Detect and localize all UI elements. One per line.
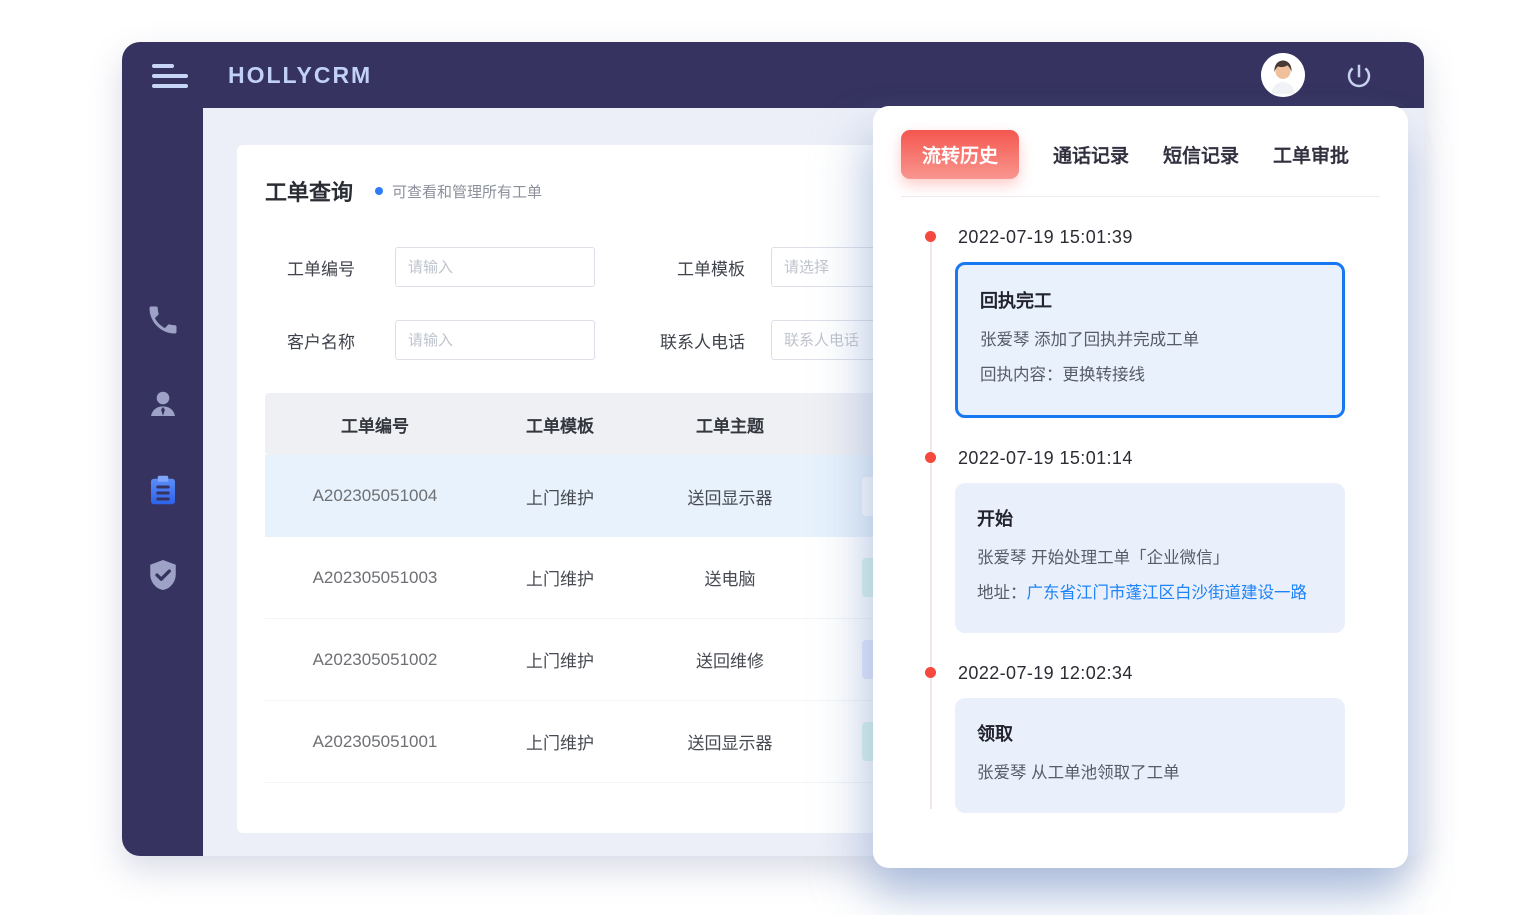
timeline-card-title: 开始: [977, 505, 1323, 531]
col-header-order-id: 工单编号: [265, 412, 485, 437]
timeline-card-start[interactable]: 开始 张爱琴 开始处理工单「企业微信」 地址： 广东省江门市蓬江区白沙街道建设一…: [955, 483, 1345, 633]
col-header-subject: 工单主题: [635, 412, 825, 437]
timeline-card-completed[interactable]: 回执完工 张爱琴 添加了回执并完成工单 回执内容：更换转接线: [955, 262, 1345, 418]
tab-sms[interactable]: 短信记录: [1163, 141, 1239, 168]
history-timeline: 2022-07-19 15:01:39 回执完工 张爱琴 添加了回执并完成工单 …: [901, 227, 1380, 813]
col-header-template: 工单模板: [485, 412, 635, 437]
page-title: 工单查询: [265, 175, 353, 207]
workorder-detail-panel: 流转历史 通话记录 短信记录 工单审批 2022-07-19 15:01:39 …: [873, 106, 1408, 868]
tab-history[interactable]: 流转历史: [901, 130, 1019, 179]
tabs-divider: [901, 196, 1380, 197]
timeline-entry: 2022-07-19 12:02:34 领取 张爱琴 从工单池领取了工单: [901, 663, 1380, 813]
sidebar-nav: [122, 108, 203, 856]
timeline-card-claimed[interactable]: 领取 张爱琴 从工单池领取了工单: [955, 698, 1345, 813]
tab-calls[interactable]: 通话记录: [1053, 141, 1129, 168]
contacts-icon: [145, 386, 181, 422]
sidebar-item-workorders[interactable]: [145, 472, 181, 508]
timeline-timestamp: 2022-07-19 15:01:14: [901, 448, 1380, 469]
filter-label-order-id: 工单编号: [265, 255, 355, 280]
filter-label-template: 工单模板: [635, 255, 745, 280]
hamburger-menu-icon[interactable]: [152, 64, 188, 88]
phone-icon: [145, 302, 181, 338]
timeline-entry: 2022-07-19 15:01:14 开始 张爱琴 开始处理工单「企业微信」 …: [901, 448, 1380, 633]
page-subtitle: 可查看和管理所有工单: [392, 181, 542, 202]
detail-tabs: 流转历史 通话记录 短信记录 工单审批: [901, 130, 1380, 179]
tab-approval[interactable]: 工单审批: [1273, 141, 1349, 168]
red-dot-icon: [925, 667, 936, 678]
filter-label-phone: 联系人电话: [635, 328, 745, 353]
timeline-timestamp: 2022-07-19 15:01:39: [901, 227, 1380, 248]
address-link[interactable]: 广东省江门市蓬江区白沙街道建设一路: [1027, 576, 1324, 611]
power-icon[interactable]: [1344, 61, 1374, 91]
customer-name-input[interactable]: [395, 320, 595, 360]
red-dot-icon: [925, 452, 936, 463]
sidebar-item-phone[interactable]: [145, 302, 181, 338]
timeline-timestamp: 2022-07-19 12:02:34: [901, 663, 1380, 684]
timeline-card-title: 领取: [977, 720, 1323, 746]
red-dot-icon: [925, 231, 936, 242]
blue-dot-icon: [375, 187, 383, 195]
filter-label-customer: 客户名称: [265, 328, 355, 353]
order-id-input[interactable]: [395, 247, 595, 287]
timeline-card-title: 回执完工: [980, 287, 1320, 313]
sidebar-item-security[interactable]: [145, 557, 181, 593]
app-header: HOLLYCRM: [122, 42, 1424, 108]
address-label: 地址：: [977, 576, 1027, 611]
workorder-clipboard-icon: [145, 472, 181, 508]
brand-logo: HOLLYCRM: [228, 62, 372, 89]
security-shield-icon: [145, 557, 181, 593]
sidebar-item-contacts[interactable]: [145, 386, 181, 422]
user-avatar[interactable]: [1261, 53, 1305, 97]
timeline-entry: 2022-07-19 15:01:39 回执完工 张爱琴 添加了回执并完成工单 …: [901, 227, 1380, 418]
